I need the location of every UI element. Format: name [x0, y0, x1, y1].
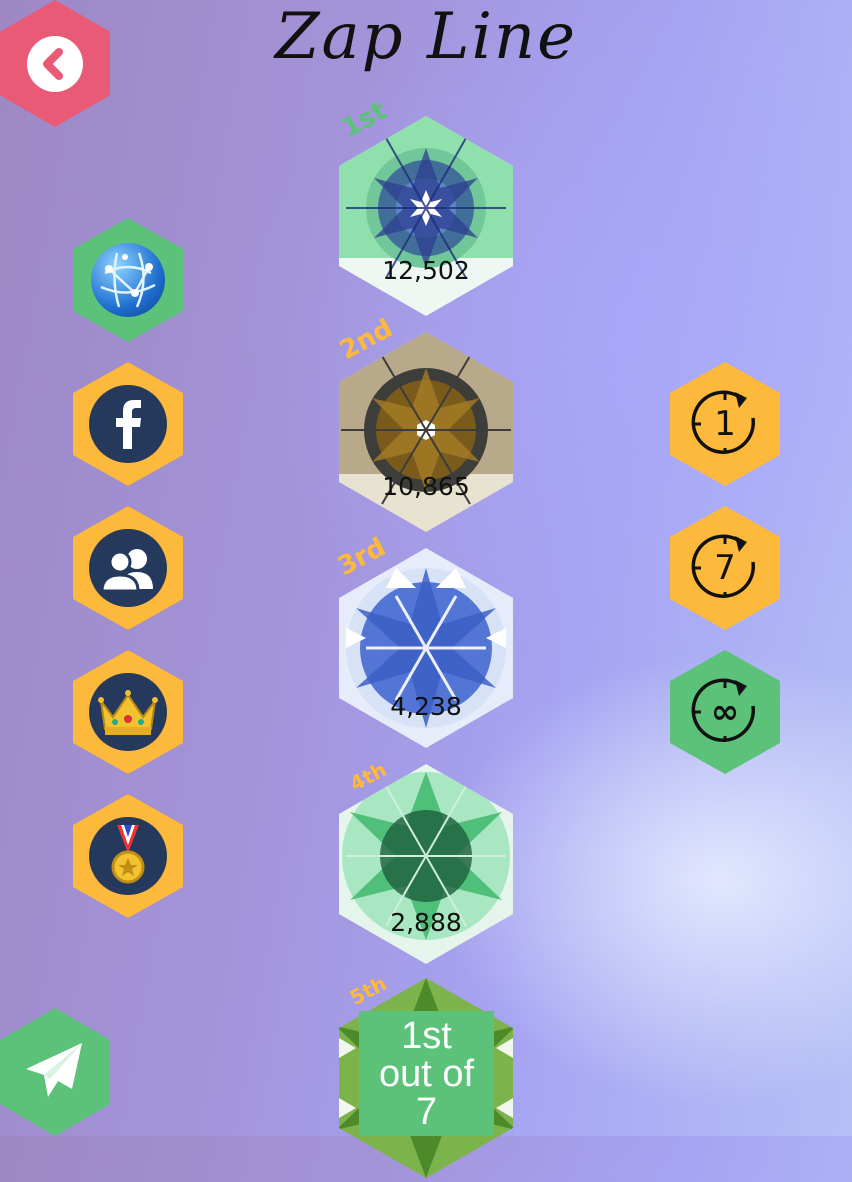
- page-title: Zap Line: [275, 0, 577, 74]
- leaderboard-entry-4[interactable]: 2,888 4th: [339, 757, 513, 964]
- rank-label: 1st: [336, 95, 392, 144]
- globe-icon: [91, 243, 165, 317]
- refresh-1-icon: 1: [685, 384, 765, 464]
- player-rank-position: 1st: [401, 1014, 452, 1057]
- period-1-label: 1: [714, 404, 736, 444]
- friends-button[interactable]: [73, 506, 183, 630]
- medal-icon: [89, 817, 167, 895]
- score-label: 4,238: [390, 692, 462, 721]
- score-label: 12,502: [382, 256, 470, 285]
- leaderboard-entry-3[interactable]: 4,238 3rd: [333, 532, 513, 748]
- period-7-days-button[interactable]: 7: [670, 506, 780, 630]
- medal-button[interactable]: [73, 794, 183, 918]
- paper-plane-icon: [20, 1037, 90, 1107]
- leaderboard-entry-2[interactable]: 10,865 2nd: [335, 314, 513, 532]
- refresh-7-icon: 7: [685, 528, 765, 608]
- leaderboard-entry-1[interactable]: 12,502 1st: [337, 96, 513, 316]
- friends-icon: [89, 529, 167, 607]
- period-infinity-label: ∞: [710, 692, 740, 732]
- player-rank-box: 1st out of 7: [359, 1011, 494, 1136]
- period-1-day-button[interactable]: 1: [670, 362, 780, 486]
- facebook-icon: [89, 385, 167, 463]
- period-all-time-button[interactable]: ∞: [670, 650, 780, 774]
- player-rank-total: 7: [415, 1090, 438, 1133]
- period-7-label: 7: [714, 548, 736, 588]
- score-label: 10,865: [382, 472, 470, 501]
- facebook-button[interactable]: [73, 362, 183, 486]
- crown-button[interactable]: [73, 650, 183, 774]
- score-label: 2,888: [390, 908, 462, 937]
- player-rank-out-of: out of: [378, 1052, 475, 1095]
- world-leaderboard-button[interactable]: [73, 218, 183, 342]
- refresh-infinity-icon: ∞: [685, 672, 765, 752]
- share-button[interactable]: [0, 1008, 110, 1136]
- crown-icon: [89, 673, 167, 751]
